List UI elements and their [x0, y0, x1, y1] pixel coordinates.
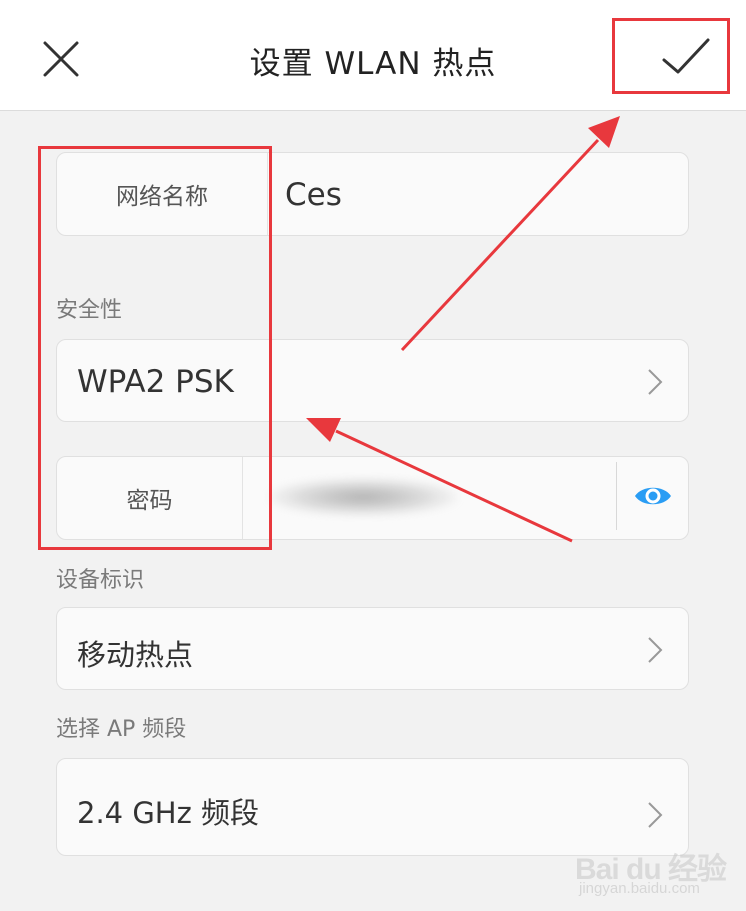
- annotation-arrowhead-up: [588, 116, 620, 148]
- device-id-selector[interactable]: 移动热点: [56, 607, 689, 690]
- device-id-section-label: 设备标识: [56, 568, 145, 593]
- network-name-input[interactable]: Ces: [285, 177, 342, 213]
- password-input-masked[interactable]: [268, 478, 458, 516]
- eye-icon[interactable]: [633, 480, 673, 512]
- chevron-right-icon: [648, 802, 663, 828]
- watermark-url: jingyan.baidu.com: [579, 880, 700, 897]
- device-id-value: 移动热点: [77, 638, 194, 672]
- chevron-right-icon: [648, 369, 663, 395]
- divider: [616, 462, 617, 530]
- baidu-jingyan-watermark: Bai du 经验 jingyan.baidu.com: [575, 842, 735, 906]
- chevron-right-icon: [648, 637, 663, 663]
- annotation-highlight-confirm: [612, 18, 730, 94]
- annotation-highlight-box: [38, 146, 272, 550]
- ap-band-section-label: 选择 AP 频段: [56, 717, 187, 742]
- ap-band-value: 2.4 GHz 频段: [77, 796, 260, 830]
